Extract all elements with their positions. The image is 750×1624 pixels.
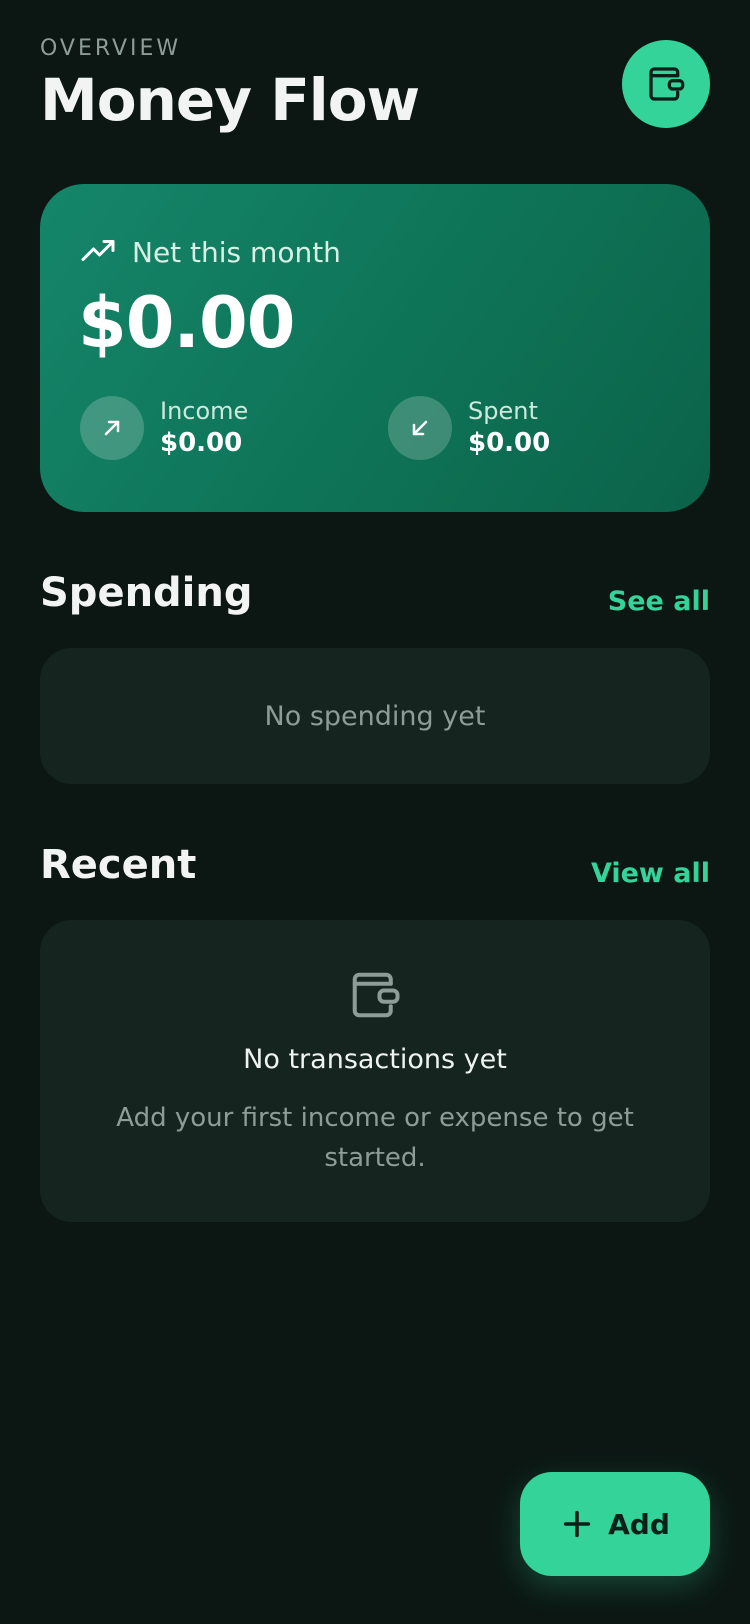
empty-transactions-desc: Add your first income or expense to get … xyxy=(116,1103,634,1173)
arrow-up-right-icon xyxy=(104,420,120,436)
spending-title: Spending xyxy=(40,570,253,616)
view-all-link[interactable]: View all xyxy=(591,858,710,889)
spent-value: $0.00 xyxy=(468,428,551,458)
overview-eyebrow: OVERVIEW xyxy=(40,36,182,61)
net-label: Net this month xyxy=(132,235,341,269)
income-label: Income xyxy=(160,397,249,425)
spent-label: Spent xyxy=(468,397,538,425)
net-amount: $0.00 xyxy=(78,282,295,364)
spending-empty-text: No spending yet xyxy=(264,700,486,732)
add-button[interactable]: Add xyxy=(520,1472,710,1576)
add-button-label: Add xyxy=(608,1507,670,1541)
money-flow-screen: OVERVIEW Money Flow Net this month $0.00 xyxy=(0,0,750,1624)
income-value: $0.00 xyxy=(160,428,243,458)
plus-icon xyxy=(564,1510,591,1538)
net-label-row: Net this month xyxy=(80,234,341,270)
wallet-button[interactable] xyxy=(622,40,710,128)
see-all-link[interactable]: See all xyxy=(608,586,710,617)
arrow-down-left-icon xyxy=(412,420,428,436)
net-summary-card: Net this month $0.00 Income $0.00 Spent … xyxy=(40,184,710,512)
wallet-icon xyxy=(649,67,685,101)
wallet-icon xyxy=(352,972,400,1018)
page-title: Money Flow xyxy=(40,66,420,134)
income-stat: Income $0.00 xyxy=(80,396,248,460)
recent-card: No transactions yet Add your first incom… xyxy=(40,920,710,1222)
spending-card: No spending yet xyxy=(40,648,710,784)
empty-transactions-title: No transactions yet xyxy=(243,1044,507,1075)
spent-stat: Spent $0.00 xyxy=(388,396,550,460)
recent-title: Recent xyxy=(40,842,197,888)
spent-text: Spent $0.00 xyxy=(468,396,550,460)
header: OVERVIEW Money Flow xyxy=(40,36,710,136)
trending-up-icon xyxy=(81,240,115,261)
income-icon-circle xyxy=(80,396,144,460)
spent-icon-circle xyxy=(388,396,452,460)
income-text: Income $0.00 xyxy=(160,396,248,460)
